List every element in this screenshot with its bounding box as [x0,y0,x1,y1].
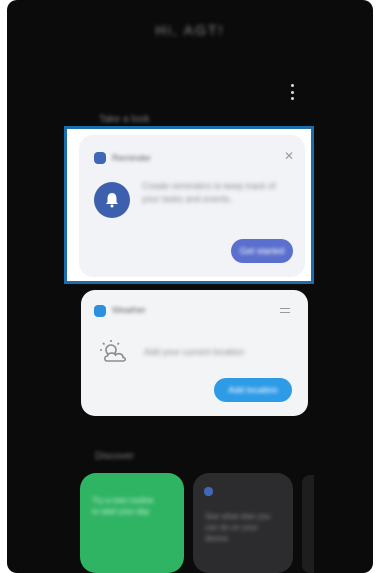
tile-green-text: Try a new routine to start your day [92,496,154,516]
reminder-button-label: Get started [239,246,285,256]
drag-handle-icon[interactable] [280,308,290,313]
close-icon[interactable]: ✕ [284,150,294,162]
section-label-upcoming: Take a look [99,114,150,125]
reminder-get-started-button[interactable]: Get started [231,239,293,263]
tile-dark-icon [204,487,213,496]
reminder-app-icon [94,152,106,164]
discover-tile-dark[interactable]: See what else you can do on your device [193,473,293,573]
discover-tile-partial[interactable] [302,475,314,573]
reminder-card[interactable]: Reminder ✕ Create reminders to keep trac… [79,135,305,277]
weather-card[interactable]: Weather Add your current location Add lo… [81,290,308,416]
greeting-title: Hi, AGT! [155,22,225,38]
weather-app-name: Weather [112,305,146,315]
more-options-icon[interactable] [286,84,298,100]
discover-tile-green[interactable]: Try a new routine to start your day [80,473,184,573]
reminder-app-name: Reminder [112,153,152,163]
reminder-body-text: Create reminders to keep track of your t… [142,181,276,204]
partly-cloudy-icon [100,340,127,362]
weather-body-text: Add your current location [144,347,245,357]
weather-button-label: Add location [228,385,278,395]
section-label-discover: Discover [95,451,134,462]
tile-dark-text: See what else you can do on your device [205,512,271,543]
weather-add-location-button[interactable]: Add location [214,378,292,402]
weather-app-icon [94,305,106,317]
phone-screen: Hi, AGT! Take a look Reminder ✕ Create r… [7,0,373,573]
bell-icon [94,182,130,218]
